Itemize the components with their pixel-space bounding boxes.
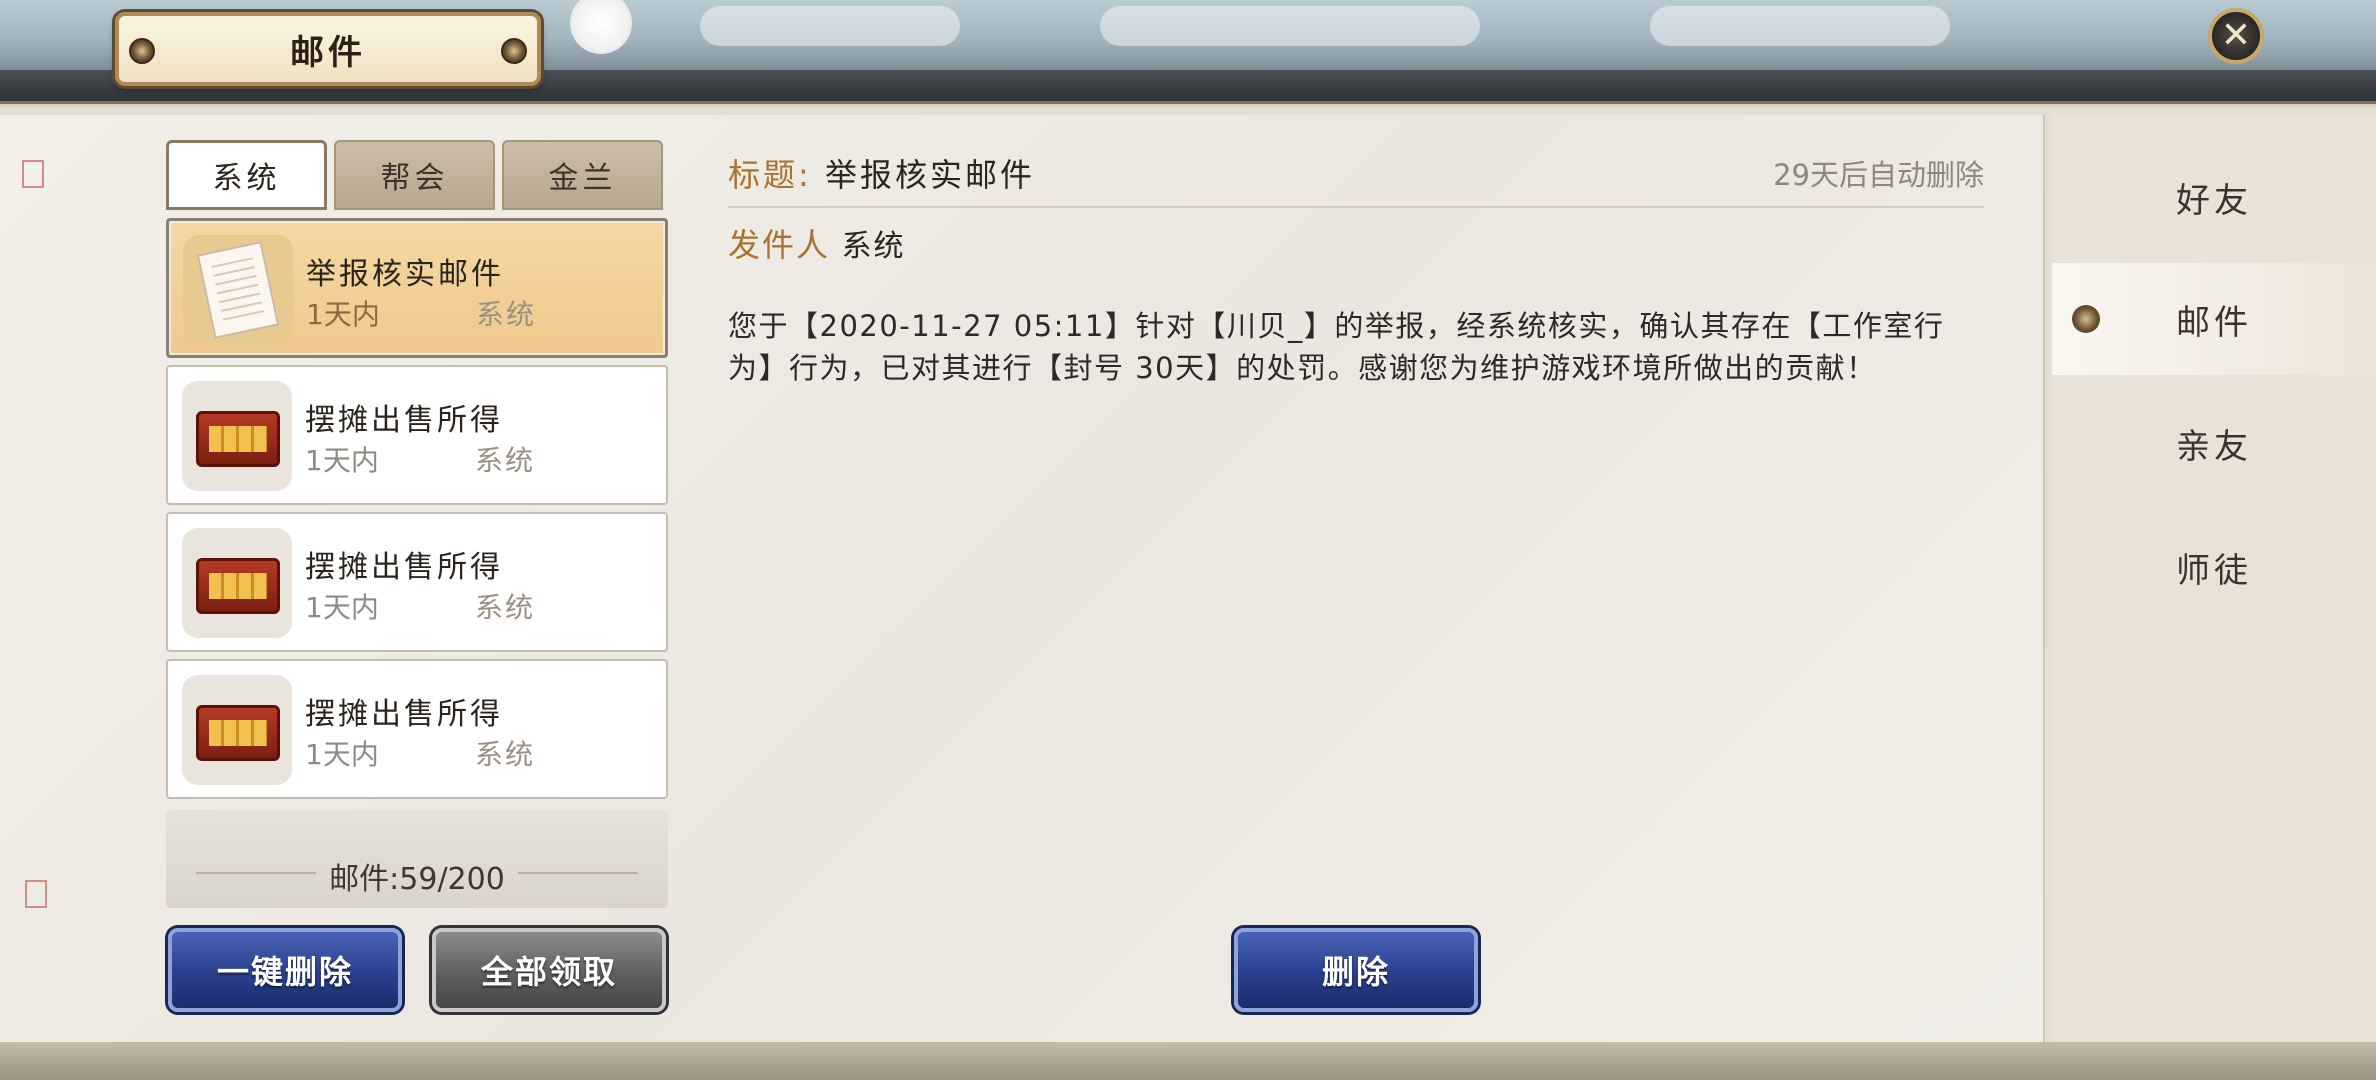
cloud-decoration (1650, 6, 1950, 46)
sender-label: 发件人 (728, 226, 831, 264)
mail-subject-line: 标题: 举报核实邮件 (728, 150, 1035, 196)
sidebar-item-label: 邮件 (2176, 302, 2252, 343)
tab-guild[interactable]: 帮会 (334, 140, 495, 210)
mail-sender: 系统 (841, 229, 906, 264)
close-icon: ✕ (2220, 15, 2252, 56)
knot-ornament-icon (2072, 305, 2100, 333)
mail-item-time: 1天内 (306, 298, 380, 331)
cloud-decoration (700, 6, 960, 46)
mail-list-item[interactable]: 摆摊出售所得 1天内 系统 (166, 365, 668, 505)
mail-category-tabs: 系统 帮会 金兰 (166, 140, 663, 210)
tab-sworn[interactable]: 金兰 (502, 140, 663, 210)
sidebar-item-mail[interactable]: 邮件 (2052, 263, 2376, 375)
mail-thumbnail (182, 675, 292, 785)
subject-label: 标题: (728, 156, 812, 194)
mail-item-time: 1天内 (305, 591, 379, 624)
sidebar-item-label: 师徒 (2176, 550, 2252, 591)
document-icon (196, 241, 280, 339)
mail-subject: 举报核实邮件 (824, 156, 1035, 194)
mail-item-time: 1天内 (305, 738, 379, 771)
treasure-chest-icon (196, 705, 280, 761)
mail-list-item[interactable]: 摆摊出售所得 1天内 系统 (166, 659, 668, 799)
mail-item-time: 1天内 (305, 444, 379, 477)
sidebar-item-label: 好友 (2176, 180, 2252, 221)
mail-sender-line: 发件人 系统 (728, 220, 906, 266)
moon-decoration (570, 0, 632, 54)
mail-item-title: 摆摊出售所得 (305, 550, 503, 585)
window-title: 邮件 (290, 32, 366, 73)
tab-system[interactable]: 系统 (166, 140, 327, 210)
seal-stamp-decoration (25, 880, 47, 908)
mail-list-item[interactable]: 举报核实邮件 1天内 系统 (166, 218, 668, 358)
sidebar-item-mentor[interactable]: 师徒 (2052, 511, 2376, 623)
cloud-decoration (1100, 6, 1480, 46)
knot-ornament-icon (501, 38, 527, 64)
mail-detail-header: 标题: 举报核实邮件 29天后自动删除 (728, 150, 1984, 208)
mail-list-item[interactable]: 摆摊出售所得 1天内 系统 (166, 512, 668, 652)
mail-body: 您于【2020-11-27 05:11】针对【川贝_】的举报，经系统核实，确认其… (728, 309, 1945, 385)
sidebar-item-friends[interactable]: 好友 (2052, 141, 2376, 253)
sidebar-item-relatives[interactable]: 亲友 (2052, 387, 2376, 499)
mail-item-title: 摆摊出售所得 (305, 403, 503, 438)
mail-counter-strip: 邮件:59/200 (166, 810, 668, 908)
calligraphy-decoration (16, 150, 56, 910)
mail-counter: 邮件:59/200 (329, 862, 505, 897)
mail-thumbnail (183, 235, 293, 345)
delete-all-button[interactable]: 一键删除 (168, 928, 402, 1012)
close-button[interactable]: ✕ (2208, 8, 2264, 64)
bottom-border (0, 1042, 2376, 1080)
claim-all-button[interactable]: 全部领取 (432, 928, 666, 1012)
mail-thumbnail (182, 528, 292, 638)
mail-item-sender: 系统 (475, 738, 536, 771)
mail-item-title: 举报核实邮件 (306, 257, 504, 292)
mail-thumbnail (182, 381, 292, 491)
mail-item-sender: 系统 (475, 444, 536, 477)
mail-item-sender: 系统 (475, 591, 536, 624)
mail-item-sender: 系统 (476, 298, 537, 331)
knot-ornament-icon (129, 38, 155, 64)
treasure-chest-icon (196, 411, 280, 467)
delete-button[interactable]: 删除 (1234, 928, 1478, 1012)
social-sidebar: 好友 邮件 亲友 师徒 (2052, 115, 2376, 1042)
window-title-plaque: 邮件 (115, 12, 541, 86)
sidebar-item-label: 亲友 (2176, 426, 2252, 467)
treasure-chest-icon (196, 558, 280, 614)
mail-list: 举报核实邮件 1天内 系统 摆摊出售所得 1天内 系统 摆摊出售所得 1天内 系… (166, 218, 668, 908)
auto-delete-notice: 29天后自动删除 (1773, 158, 1984, 192)
mail-item-title: 摆摊出售所得 (305, 697, 503, 732)
